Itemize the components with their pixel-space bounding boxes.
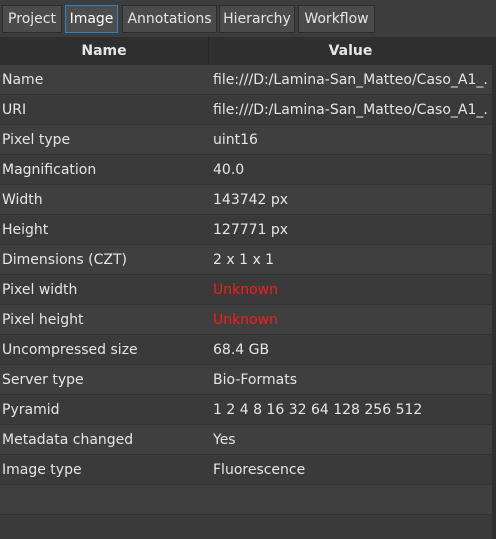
property-value: file:///D:/Lamina-San_Matteo/Caso_A1_... (213, 72, 487, 88)
table-row[interactable]: Pixel width Unknown (0, 275, 492, 305)
property-name (2, 485, 206, 515)
tab-image[interactable]: Image (65, 5, 118, 33)
table-row[interactable]: Height 127771 px (0, 215, 492, 245)
property-name: Image type (2, 462, 82, 478)
property-name: Pixel width (2, 282, 78, 298)
tab-workflow[interactable]: Workflow (298, 5, 375, 33)
property-value: file:///D:/Lamina-San_Matteo/Caso_A1_... (213, 102, 487, 118)
tab-bar: Project Image Annotations Hierarchy Work… (0, 0, 496, 37)
property-value: 40.0 (213, 162, 245, 178)
table-row[interactable]: Uncompressed size 68.4 GB (0, 335, 492, 365)
property-value: Yes (213, 432, 236, 448)
property-name: Pixel type (2, 132, 71, 148)
property-name: Magnification (2, 162, 97, 178)
table-row[interactable]: URI file:///D:/Lamina-San_Matteo/Caso_A1_… (0, 95, 492, 125)
property-value: 2 x 1 x 1 (213, 252, 275, 268)
tab-project[interactable]: Project (2, 5, 62, 33)
table-row[interactable]: Pyramid 1 2 4 8 16 32 64 128 256 512 (0, 395, 492, 425)
property-name: Width (2, 192, 43, 208)
property-name: Height (2, 222, 49, 238)
table-row[interactable]: Pixel height Unknown (0, 305, 492, 335)
image-properties-table[interactable]: Name Value Name file:///D:/Lamina-San_Mat… (0, 37, 493, 539)
property-value: 127771 px (213, 222, 289, 238)
property-name: Server type (2, 372, 84, 388)
table-row[interactable]: Pixel type uint16 (0, 125, 492, 155)
table-row[interactable]: Image type Fluorescence (0, 455, 492, 485)
table-header: Name Value (0, 37, 492, 66)
property-name: Metadata changed (2, 432, 134, 448)
property-value: 143742 px (213, 192, 289, 208)
property-name: Dimensions (CZT) (2, 252, 128, 268)
table-row[interactable]: Metadata changed Yes (0, 425, 492, 455)
tab-annotations[interactable]: Annotations (122, 5, 217, 33)
table-row[interactable]: Dimensions (CZT) 2 x 1 x 1 (0, 245, 492, 275)
property-value: uint16 (213, 132, 258, 148)
property-name: Uncompressed size (2, 342, 138, 358)
property-value: 68.4 GB (213, 342, 270, 358)
tab-hierarchy[interactable]: Hierarchy (219, 5, 295, 33)
table-row[interactable]: Server type Bio-Formats (0, 365, 492, 395)
column-header-name[interactable]: Name (0, 37, 209, 65)
property-value: Unknown (213, 312, 278, 328)
property-name: Pixel height (2, 312, 84, 328)
property-value: Fluorescence (213, 462, 306, 478)
column-header-value[interactable]: Value (209, 37, 492, 65)
property-value: 1 2 4 8 16 32 64 128 256 512 (213, 402, 423, 418)
property-name: URI (2, 102, 27, 118)
property-value: Bio-Formats (213, 372, 297, 388)
table-row[interactable]: Magnification 40.0 (0, 155, 492, 185)
table-row[interactable]: Width 143742 px (0, 185, 492, 215)
table-row[interactable] (0, 485, 492, 515)
property-name: Pyramid (2, 402, 60, 418)
vertical-scrollbar[interactable] (492, 37, 496, 539)
table-row[interactable]: Name file:///D:/Lamina-San_Matteo/Caso_A1… (0, 65, 492, 95)
property-name: Name (2, 72, 44, 88)
property-value (213, 485, 487, 515)
property-value: Unknown (213, 282, 278, 298)
